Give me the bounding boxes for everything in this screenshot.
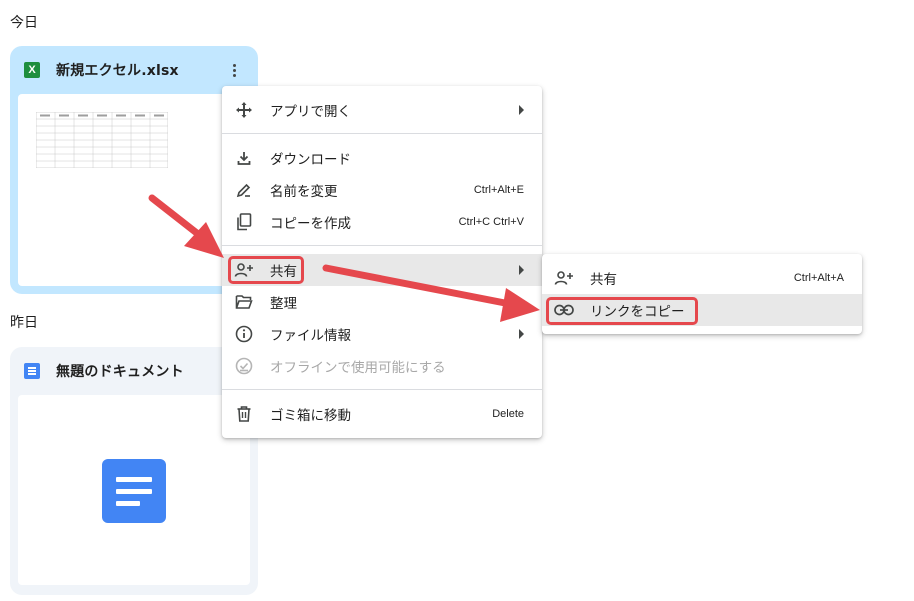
- menu-item-make-copy[interactable]: コピーを作成 Ctrl+C Ctrl+V: [222, 206, 542, 238]
- menu-item-label: 整理: [270, 296, 297, 312]
- menu-item-label: 共有: [590, 272, 617, 288]
- pencil-icon: [234, 180, 254, 200]
- info-icon: [234, 324, 254, 344]
- menu-item-organize[interactable]: 整理: [222, 286, 542, 318]
- shortcut-label: Ctrl+Alt+E: [473, 184, 524, 196]
- menu-item-label: ダウンロード: [270, 152, 351, 168]
- file-card-doc[interactable]: 無題のドキュメント: [10, 347, 258, 595]
- submenu-arrow-icon: [519, 105, 524, 115]
- menu-item-label: 名前を変更: [270, 184, 338, 200]
- offline-check-icon: [234, 356, 254, 376]
- section-yesterday-label: 昨日: [10, 315, 38, 331]
- file-name: 新規エクセル.xlsx: [56, 63, 179, 79]
- file-card-excel[interactable]: X 新規エクセル.xlsx: [10, 46, 258, 294]
- download-icon: [234, 148, 254, 168]
- menu-divider: [222, 389, 542, 390]
- menu-divider: [222, 245, 542, 246]
- folder-open-icon: [234, 292, 254, 312]
- menu-item-open-with[interactable]: アプリで開く: [222, 94, 542, 126]
- menu-item-trash[interactable]: ゴミ箱に移動 Delete: [222, 398, 542, 430]
- submenu-arrow-icon: [519, 265, 524, 275]
- menu-item-offline: オフラインで使用可能にする: [222, 350, 542, 382]
- excel-icon: X: [24, 62, 40, 78]
- menu-item-file-info[interactable]: ファイル情報: [222, 318, 542, 350]
- file-name: 無題のドキュメント: [56, 364, 184, 380]
- menu-item-label: コピーを作成: [270, 216, 351, 232]
- submenu-item-share[interactable]: 共有 Ctrl+Alt+A: [542, 262, 862, 294]
- spreadsheet-preview: [36, 112, 168, 168]
- shortcut-label: Delete: [492, 408, 524, 420]
- menu-item-label: ファイル情報: [270, 328, 351, 344]
- file-thumbnail: [18, 94, 250, 286]
- trash-icon: [234, 404, 254, 424]
- menu-item-label: オフラインで使用可能にする: [270, 360, 446, 376]
- menu-item-label: ゴミ箱に移動: [270, 408, 351, 424]
- annotation-highlight-share: [228, 256, 304, 284]
- copy-icon: [234, 212, 254, 232]
- shortcut-label: Ctrl+C Ctrl+V: [458, 216, 524, 228]
- submenu-arrow-icon: [519, 329, 524, 339]
- file-card-header: 無題のドキュメント: [10, 347, 258, 395]
- drive-page: 今日 X 新規エクセル.xlsx 昨日 無題のドキュメント アプリで開く ダウン…: [0, 0, 914, 601]
- menu-divider: [222, 133, 542, 134]
- person-add-icon: [554, 268, 574, 288]
- menu-item-label: アプリで開く: [270, 104, 351, 120]
- file-thumbnail: [18, 395, 250, 585]
- file-card-header: X 新規エクセル.xlsx: [10, 46, 258, 94]
- annotation-highlight-copy-link: [546, 297, 698, 325]
- move-arrows-icon: [234, 100, 254, 120]
- menu-item-download[interactable]: ダウンロード: [222, 142, 542, 174]
- menu-item-rename[interactable]: 名前を変更 Ctrl+Alt+E: [222, 174, 542, 206]
- shortcut-label: Ctrl+Alt+A: [793, 272, 844, 284]
- section-today-label: 今日: [10, 15, 38, 31]
- docs-icon: [24, 363, 40, 379]
- more-actions-icon[interactable]: [224, 60, 244, 80]
- docs-large-icon: [102, 459, 166, 523]
